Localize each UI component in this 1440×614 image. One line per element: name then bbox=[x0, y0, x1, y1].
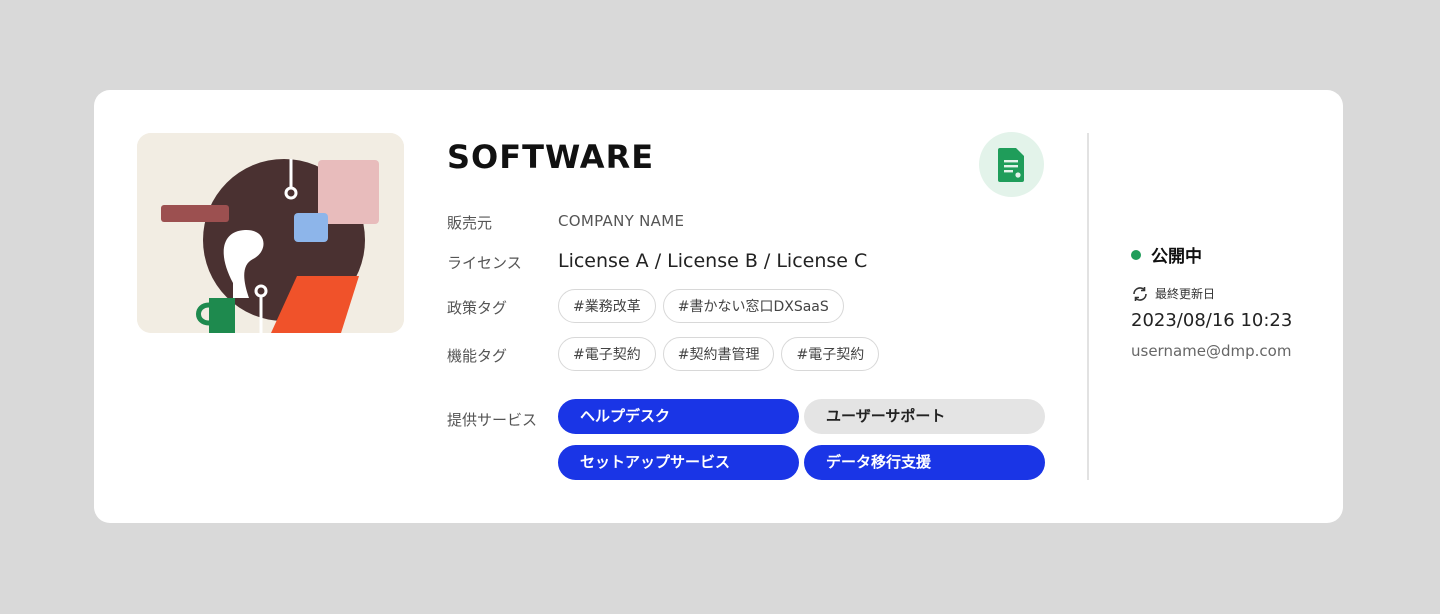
feature-tag[interactable]: #契約書管理 bbox=[662, 337, 775, 371]
feature-tag[interactable]: #電子契約 bbox=[781, 337, 880, 371]
last-updated-text: 最終更新日 bbox=[1155, 287, 1216, 301]
policy-tag-list: #業務改革 #書かない窓口DXSaaS bbox=[558, 289, 844, 323]
policy-tags-label: 政策タグ bbox=[447, 299, 508, 317]
last-updated-date: 2023/08/16 10:23 bbox=[1131, 310, 1293, 331]
service-helpdesk[interactable]: ヘルプデスク bbox=[558, 399, 799, 434]
workspace-illustration bbox=[137, 133, 404, 333]
policy-tag[interactable]: #業務改革 bbox=[558, 289, 656, 323]
product-title: SOFTWARE bbox=[447, 138, 655, 176]
publish-status: 公開中 bbox=[1131, 242, 1202, 267]
status-dot-icon bbox=[1131, 249, 1141, 260]
vertical-divider bbox=[1087, 133, 1089, 480]
feature-tags-label: 機能タグ bbox=[447, 347, 508, 365]
vendor-value: COMPANY NAME bbox=[558, 212, 685, 230]
software-card[interactable]: SOFTWARE 販売元 COMPANY NAME ライセンス License … bbox=[94, 90, 1343, 523]
status-label: 公開中 bbox=[1151, 247, 1202, 267]
feature-tag[interactable]: #電子契約 bbox=[558, 337, 656, 371]
service-list: ヘルプデスク ユーザーサポート セットアップサービス データ移行支援 bbox=[558, 399, 1045, 480]
license-label: ライセンス bbox=[447, 254, 522, 272]
last-updated-user: username@dmp.com bbox=[1131, 342, 1292, 360]
policy-tag[interactable]: #書かない窓口DXSaaS bbox=[662, 289, 844, 323]
service-data-migration[interactable]: データ移行支援 bbox=[804, 445, 1045, 480]
service-user-support[interactable]: ユーザーサポート bbox=[804, 399, 1045, 434]
refresh-icon bbox=[1133, 286, 1147, 301]
feature-tag-list: #電子契約 #契約書管理 #電子契約 bbox=[558, 337, 880, 371]
services-label: 提供サービス bbox=[447, 411, 538, 429]
document-icon[interactable] bbox=[979, 132, 1044, 197]
last-updated-label: 最終更新日 bbox=[1131, 285, 1215, 302]
service-setup[interactable]: セットアップサービス bbox=[558, 445, 799, 480]
vendor-label: 販売元 bbox=[447, 214, 493, 232]
license-value: License A / License B / License C bbox=[558, 250, 868, 272]
